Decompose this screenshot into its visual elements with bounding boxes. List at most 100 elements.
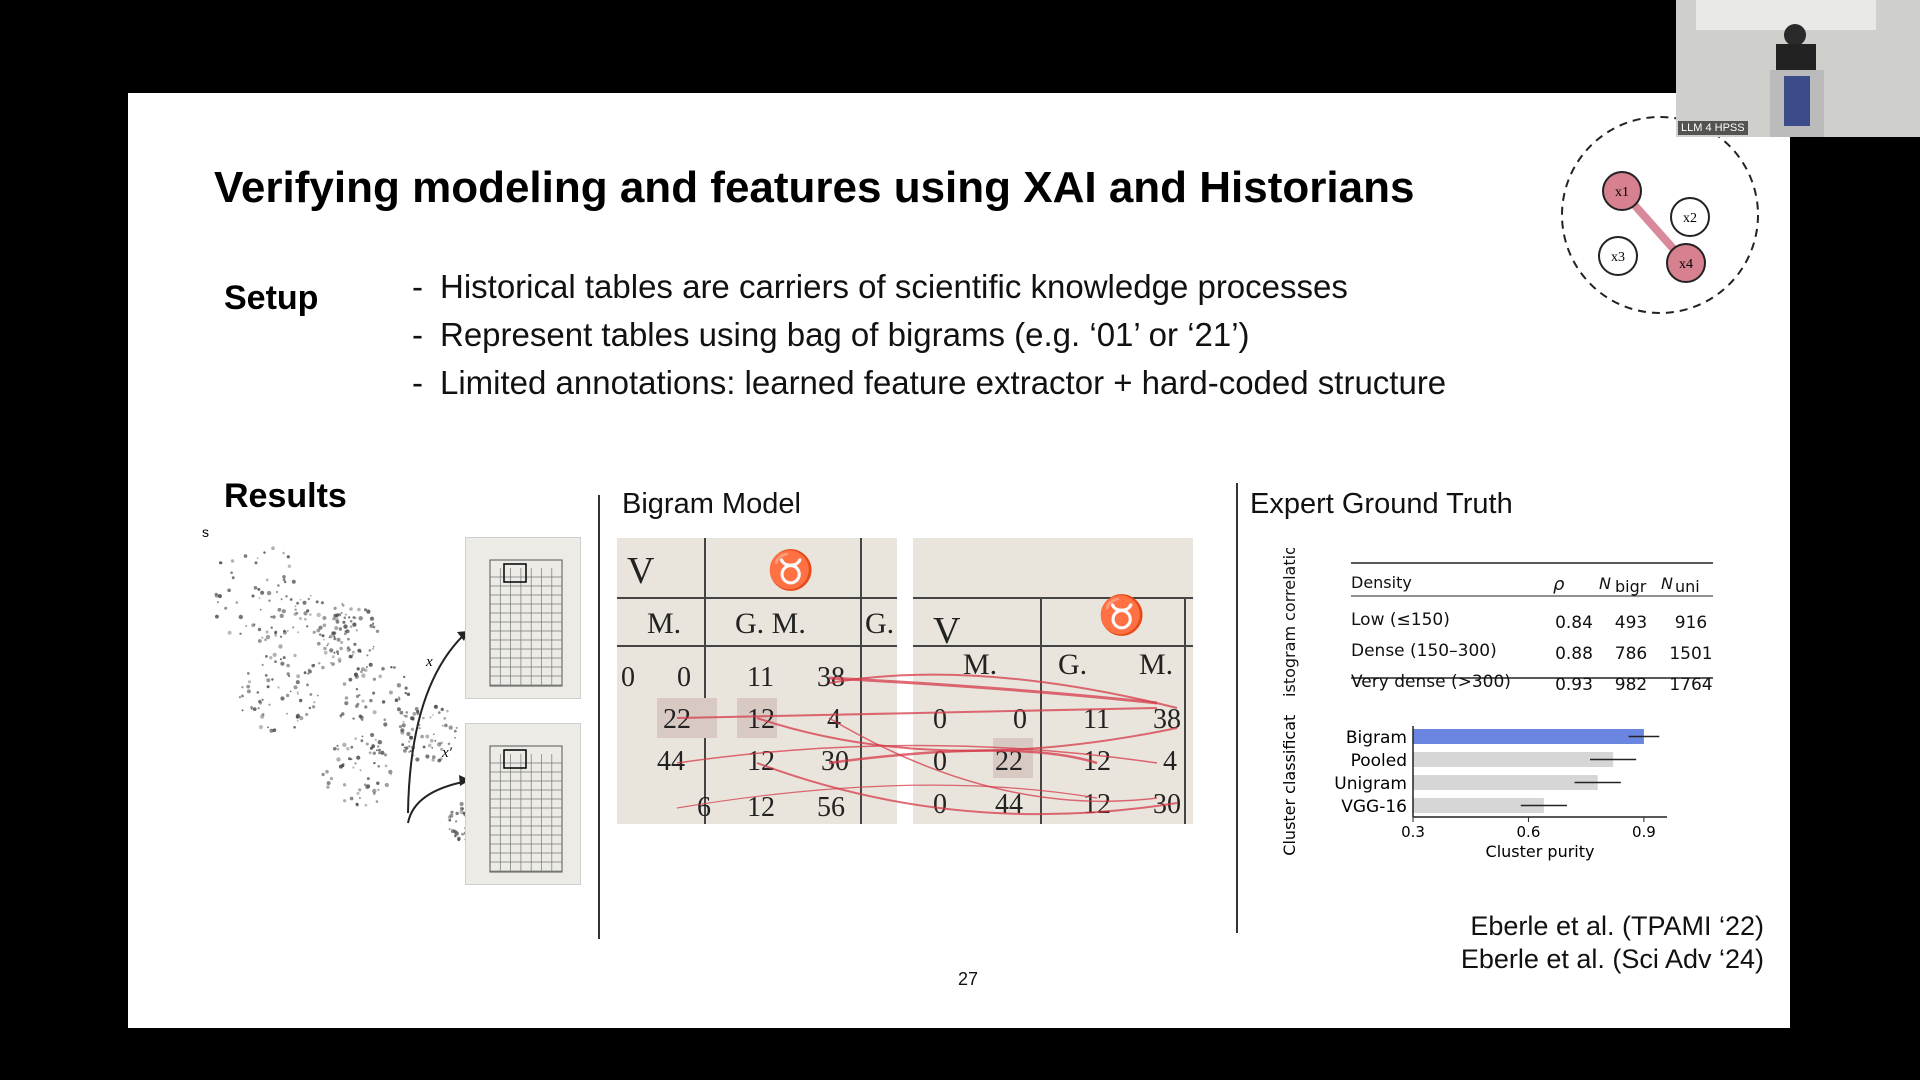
scatter-point [227,630,232,635]
scatter-point [354,762,357,765]
scatter-point [432,714,434,716]
scatter-point [446,709,449,713]
scatter-point [319,633,322,636]
scatter-point [366,777,370,781]
scatter-point [322,623,327,628]
scatter-point [352,717,355,720]
scatter-point [333,637,337,641]
scatter-point [342,783,347,787]
scatter-point [325,769,329,774]
scatter-point [354,673,357,676]
scatter-point [320,601,324,605]
scatter-point [449,813,454,818]
scatter-point [390,773,392,776]
scatter-point [311,664,315,668]
scatter-point [306,683,309,687]
scatter-point [343,616,347,619]
scatter-point [299,598,302,601]
scatter-point [401,743,405,746]
svg-text:x2: x2 [1683,211,1697,226]
scatter-point [361,699,365,703]
scatter-point [256,557,259,560]
scatter-point [266,678,271,683]
table-side-label: Histogram correlation [1280,548,1299,698]
row-label: Dense (150–300) [1351,641,1497,661]
setup-label: Setup [224,279,319,317]
scatter-point [399,710,404,715]
scatter-point [293,653,297,658]
scatter-point [239,632,242,635]
scatter-point [340,612,343,614]
scatter-point [388,690,393,695]
scatter-point [279,658,282,661]
svg-text:x4: x4 [1679,257,1693,272]
scatter-point [383,718,387,721]
scatter-point [329,776,334,781]
scatter-point [459,810,464,815]
scatter-point [342,742,347,747]
scatter-point [361,735,364,738]
table-page-thumbnail [465,723,581,885]
scatter-point [375,749,378,752]
scatter-point [346,747,350,751]
scatter-point [286,663,290,668]
header-rho: ρ [1553,574,1565,595]
scatter-point [337,657,342,662]
arrow-x [407,630,469,814]
scatter-point [238,696,241,699]
scatter-point [368,662,373,667]
scatter-point [348,616,351,619]
scatter-point [309,594,312,597]
scatter-point [298,616,302,621]
scatter-point [350,758,353,761]
scatter-point [323,650,328,655]
cell-value: 1764 [1669,675,1712,695]
scatter-point [296,601,300,605]
scatter-point [356,755,361,760]
scatter-point [455,811,459,816]
scatter-point [297,631,300,634]
scatter-point [247,680,252,684]
scatter-point [331,655,335,659]
scatter-point [404,686,408,690]
scatter-point [356,667,360,671]
scatter-point [321,634,325,638]
scatter-point [270,626,273,629]
scatter-point [376,781,380,785]
scatter-point [383,722,388,727]
x-tick-label: 0.9 [1632,823,1656,841]
row-label: Very dense (>300) [1351,672,1511,692]
scatter-point [457,836,461,841]
scatter-point [306,609,310,613]
chart-xlabel: Cluster purity [1486,842,1595,861]
scatter-point [270,615,273,619]
scatter-point [333,635,336,638]
scatter-point [344,701,349,706]
divider [1236,483,1238,933]
scatter-point [364,803,368,807]
scatter-point [329,648,334,653]
scatter-point [326,785,330,789]
scatter-point [257,587,261,591]
scatter-point [336,747,340,751]
scatter-point [381,667,385,671]
scatter-point [333,651,336,654]
scatter-point [278,644,283,649]
scatter-point [261,636,264,639]
scatter-point [344,696,349,700]
scatter-point [352,616,356,619]
scatter-point [277,607,282,612]
scatter-point [224,606,228,610]
scatter-point [359,797,361,799]
scatter-point [230,559,235,563]
scatter-point [374,738,377,741]
scatter-point [378,674,382,679]
scatter-point [365,666,368,669]
header-n: N [1661,574,1673,593]
scatter-point [217,594,222,599]
scatter-point [360,670,363,674]
scatter-point [247,672,250,675]
scatter-point [405,711,409,714]
scatter-point [258,701,263,705]
scatter-point [311,705,316,709]
